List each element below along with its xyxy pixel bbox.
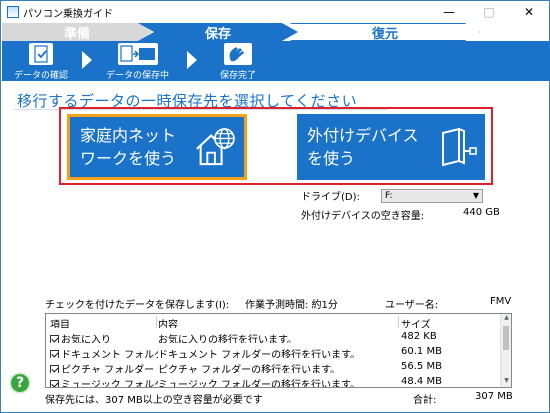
close-button[interactable]: ✕ (509, 1, 549, 23)
copy-icon (117, 43, 158, 65)
chevron-down-icon: ▼ (472, 190, 479, 200)
eta-label: 作業予測時間: 約1分 (245, 300, 338, 311)
scroll-up-icon[interactable]: ▲ (501, 314, 511, 324)
drive-row: ドライブ(D): F: ▼ (301, 188, 483, 203)
progress-ribbon: データの確認 データの保存中 保存完了 (2, 41, 550, 81)
total-value: 307 MB (475, 391, 513, 402)
checkbox[interactable] (50, 350, 59, 358)
step-save: 保存 (138, 23, 298, 41)
document-check-icon (29, 43, 53, 65)
ribbon-arrow (82, 51, 92, 69)
step-restore: 復元 (290, 23, 480, 41)
user-value: FMV (490, 296, 512, 307)
window-controls: — □ ✕ (429, 1, 549, 23)
storage-choice-group: 家庭内ネット ワークを使う 外付けデバイス を使う (59, 107, 493, 185)
step-tabs: 準備 保存 復元 (2, 23, 550, 41)
free-space-label: 外付けデバイスの空き容量: (301, 211, 425, 222)
help-button[interactable]: ? (9, 372, 31, 394)
external-drive-icon (442, 127, 477, 167)
table-row[interactable]: お気に入り お気に入りの移行を行います。 482 KB (46, 331, 501, 343)
scroll-thumb[interactable] (503, 326, 509, 350)
drive-select[interactable]: F: ▼ (381, 188, 483, 203)
total-label: 合計: (413, 395, 437, 406)
ribbon-item-complete: 保存完了 (220, 43, 256, 81)
space-requirement: 保存先には、307 MB以上の空き容量が必要です (45, 395, 263, 406)
scroll-down-icon[interactable]: ▼ (501, 377, 511, 387)
home-network-label: 家庭内ネット ワークを使う (80, 126, 177, 168)
table-header: 項目 内容 サイズ (46, 316, 501, 328)
home-network-icon (196, 128, 235, 166)
data-table: 項目 内容 サイズ お気に入り お気に入りの移行を行います。 482 KB ドキ… (45, 313, 512, 388)
step-prep: 準備 (2, 23, 152, 41)
ribbon-label: データの保存中 (106, 71, 170, 81)
window-title: パソコン乗換ガイド (23, 8, 113, 20)
external-device-button[interactable]: 外付けデバイス を使う (297, 114, 485, 180)
drive-label: ドライブ(D): (301, 192, 360, 203)
table-scrollbar[interactable]: ▲ ▼ (500, 314, 511, 387)
ribbon-item-check: データの確認 (14, 43, 68, 81)
maximize-button[interactable]: □ (469, 1, 509, 23)
checkbox[interactable] (50, 365, 59, 373)
app-icon (7, 6, 19, 18)
ribbon-item-saving: データの保存中 (106, 43, 169, 81)
checked-data-label: チェックを付けたデータを保存します(I): (45, 300, 230, 311)
app-window: パソコン乗換ガイド — □ ✕ 準備 保存 復元 データの確認 データの保存中 (0, 0, 550, 413)
minimize-button[interactable]: — (429, 1, 469, 23)
footer: 保存先には、307 MB以上の空き容量が必要です 合計: 307 MB (45, 391, 515, 406)
checkbox[interactable] (50, 335, 59, 343)
user-label: ユーザー名: (385, 300, 439, 311)
home-network-button[interactable]: 家庭内ネット ワークを使う (67, 114, 247, 180)
column-header-item[interactable]: 項目 (50, 316, 158, 328)
clap-icon (224, 43, 252, 65)
checkbox[interactable] (50, 380, 59, 387)
title-bar: パソコン乗換ガイド — □ ✕ (1, 1, 549, 23)
ribbon-label: データの確認 (14, 71, 69, 81)
column-header-size[interactable]: サイズ (401, 316, 501, 328)
info-row: チェックを付けたデータを保存します(I): 作業予測時間: 約1分 ユーザー名:… (45, 296, 515, 311)
table-row[interactable]: ドキュメント フォルダー ドキュメント フォルダーの移行を行います。 60.1 … (46, 346, 501, 358)
ribbon-label: 保存完了 (220, 71, 257, 81)
column-header-desc[interactable]: 内容 (158, 316, 396, 328)
external-device-label: 外付けデバイス を使う (307, 126, 419, 168)
table-row[interactable]: ミュージック フォルダー ミュージック フォルダーの移行を行います。 48.4 … (46, 376, 501, 387)
free-space-value: 440 GB (463, 207, 500, 218)
ribbon-arrow (187, 51, 197, 69)
free-space-row: 外付けデバイスの空き容量: 440 GB (301, 207, 501, 222)
table-row[interactable]: ピクチャ フォルダー ピクチャ フォルダーの移行を行います。 56.5 MB (46, 361, 501, 373)
